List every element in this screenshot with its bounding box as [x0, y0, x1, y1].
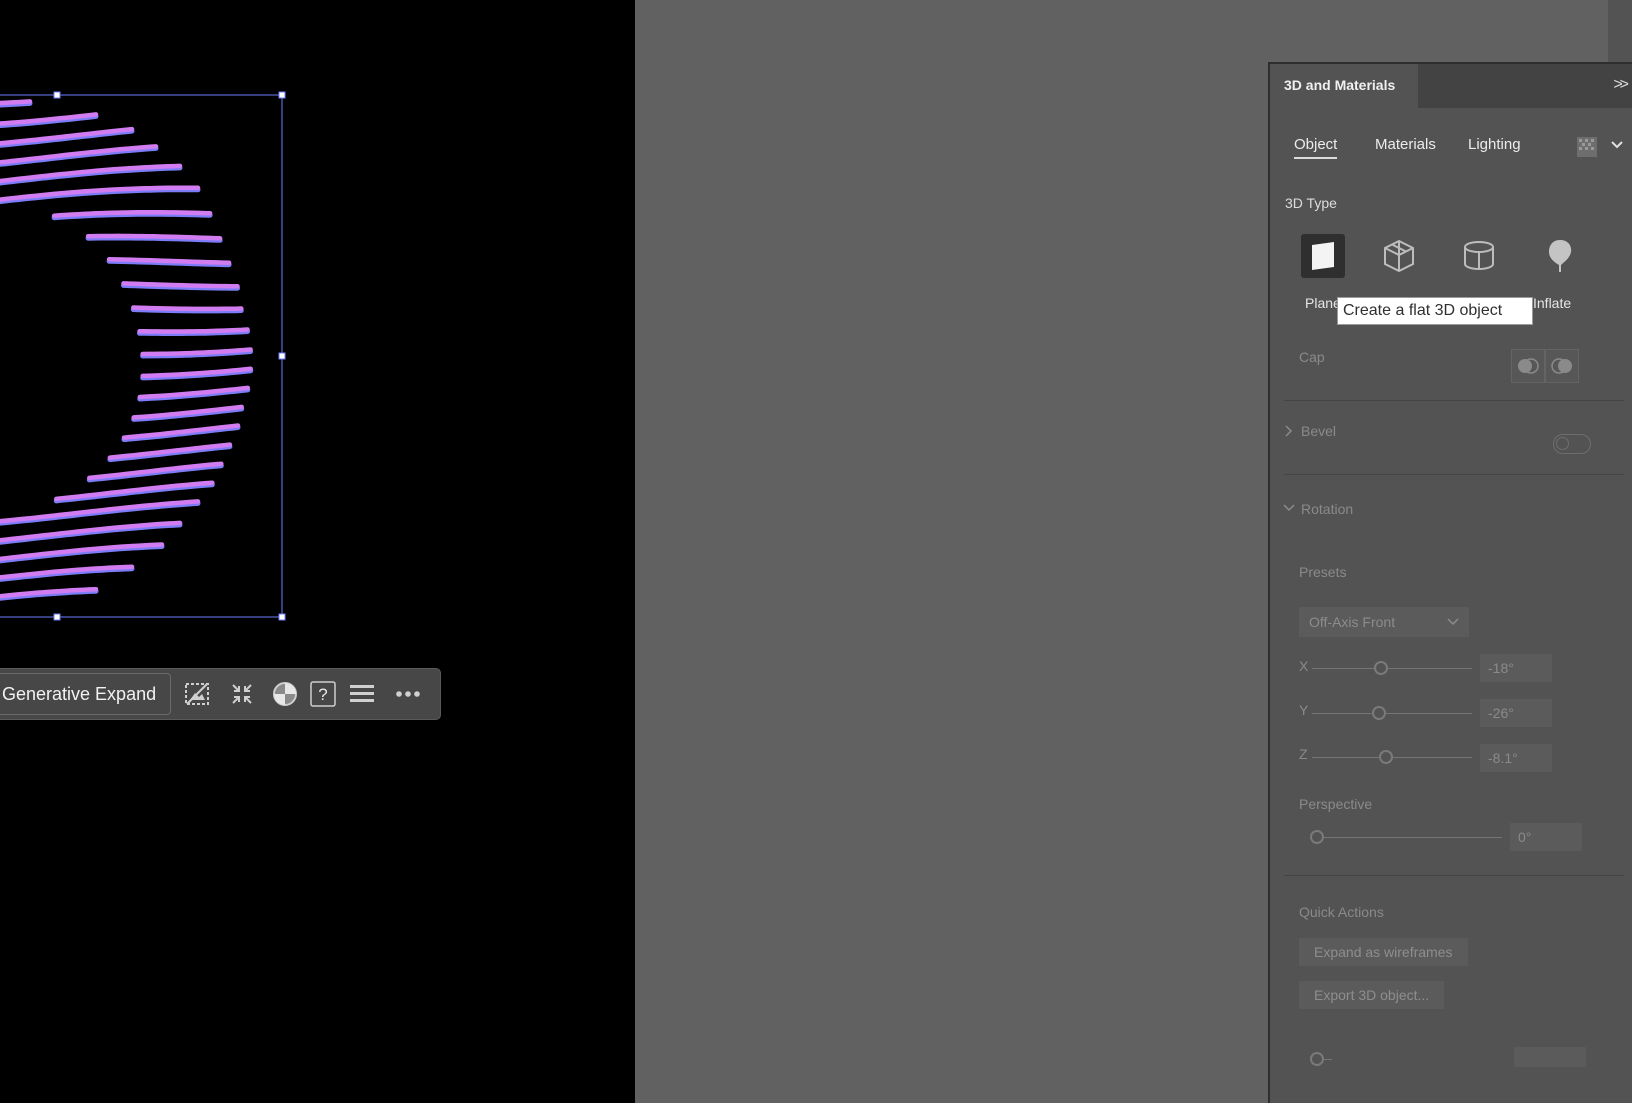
divider: [1284, 400, 1624, 401]
presets-dropdown[interactable]: Off-Axis Front: [1299, 607, 1469, 637]
render-settings-icon[interactable]: [1576, 136, 1598, 158]
expand-as-wireframes-button[interactable]: Expand as wireframes: [1299, 938, 1468, 966]
panel-tab-3d-materials[interactable]: 3D and Materials: [1270, 64, 1418, 108]
chevron-down-icon[interactable]: [1283, 503, 1295, 513]
contextual-taskbar: Generative Expand ?: [0, 668, 441, 720]
bottom-value-input[interactable]: [1514, 1047, 1586, 1067]
x-rotation-thumb[interactable]: [1374, 661, 1388, 675]
question-icon: ?: [310, 681, 336, 707]
more-options-button[interactable]: [393, 679, 423, 709]
cap-on-button[interactable]: [1511, 349, 1545, 383]
toggle-knob: [1556, 437, 1569, 450]
art-stroke: [0, 520, 183, 543]
cap-off-icon: [1551, 358, 1572, 374]
revolve-type-button[interactable]: [1457, 234, 1501, 278]
revolve-icon: [1464, 241, 1494, 270]
art-stroke: [0, 163, 183, 184]
selection-handle[interactable]: [53, 91, 61, 99]
y-rotation-input[interactable]: -26°: [1480, 699, 1552, 727]
image-crossed-icon: [185, 683, 209, 705]
3d-type-label: 3D Type: [1285, 195, 1337, 211]
art-stroke: [0, 126, 135, 146]
3d-materials-panel: 3D and Materials >> Object Materials Lig…: [1268, 62, 1632, 1103]
plane-label: Plane: [1305, 295, 1341, 311]
collapse-panel-button[interactable]: >>: [1613, 76, 1629, 94]
perspective-thumb[interactable]: [1310, 830, 1324, 844]
quick-actions-label: Quick Actions: [1299, 904, 1384, 920]
z-rotation-label: Z: [1299, 746, 1308, 762]
tab-lighting[interactable]: Lighting: [1468, 136, 1521, 153]
svg-text:?: ?: [318, 685, 327, 704]
bottom-slider-thumb[interactable]: [1310, 1052, 1324, 1066]
y-rotation-slider[interactable]: [1312, 713, 1472, 714]
x-rotation-label: X: [1299, 658, 1309, 674]
plane-type-button[interactable]: [1301, 234, 1345, 278]
collapse-arrows-icon: [232, 684, 252, 704]
inflate-label: Inflate: [1533, 295, 1572, 311]
hamburger-icon: [350, 685, 374, 702]
sphere-material-icon: [273, 682, 297, 706]
perspective-slider[interactable]: [1310, 837, 1502, 838]
export-3d-object-button[interactable]: Export 3D object...: [1299, 981, 1445, 1009]
panel-header: 3D and Materials >>: [1270, 64, 1632, 108]
help-button[interactable]: ?: [308, 679, 338, 709]
art-stroke: [87, 461, 224, 481]
artboard[interactable]: Generative Expand ?: [0, 0, 635, 1103]
chevron-right-icon[interactable]: [1284, 425, 1294, 437]
bottom-slider[interactable]: [1324, 1059, 1332, 1060]
wavy-ring-artwork[interactable]: [0, 0, 635, 1103]
art-stroke: [0, 542, 165, 562]
materials-button[interactable]: [270, 679, 300, 709]
art-stroke: [0, 99, 33, 106]
disable-icon-button[interactable]: [182, 679, 212, 709]
generative-expand-button[interactable]: Generative Expand: [0, 673, 171, 715]
art-stroke: [121, 281, 240, 289]
cap-label: Cap: [1299, 349, 1325, 365]
presets-value: Off-Axis Front: [1309, 614, 1396, 630]
inflate-type-button[interactable]: [1538, 234, 1582, 278]
cap-off-button[interactable]: [1545, 349, 1579, 383]
inflate-icon: [1549, 240, 1572, 272]
rotation-label[interactable]: Rotation: [1301, 501, 1353, 517]
x-rotation-input[interactable]: -18°: [1480, 654, 1552, 682]
selection-handle[interactable]: [278, 613, 286, 621]
bevel-toggle[interactable]: [1553, 434, 1591, 454]
x-rotation-slider[interactable]: [1312, 668, 1472, 669]
perspective-label: Perspective: [1299, 796, 1373, 812]
extrude-icon: [1384, 239, 1414, 273]
vertical-scrollbar[interactable]: [1608, 0, 1632, 62]
selection-handle[interactable]: [278, 91, 286, 99]
fit-selection-button[interactable]: [227, 679, 257, 709]
z-rotation-thumb[interactable]: [1379, 750, 1393, 764]
plane-icon: [1312, 242, 1334, 270]
z-rotation-input[interactable]: -8.1°: [1480, 744, 1552, 772]
presets-label: Presets: [1299, 564, 1347, 580]
tab-object[interactable]: Object: [1294, 136, 1338, 159]
art-stroke-shadow: [0, 522, 183, 545]
divider: [1284, 875, 1624, 876]
art-stroke: [131, 305, 244, 312]
art-stroke: [54, 480, 215, 502]
tab-materials[interactable]: Materials: [1375, 136, 1436, 153]
chevron-down-icon[interactable]: [1610, 138, 1624, 152]
extrude-type-button[interactable]: [1377, 234, 1421, 278]
y-rotation-thumb[interactable]: [1372, 706, 1386, 720]
tooltip: Create a flat 3D object: [1337, 297, 1533, 325]
selection-handle[interactable]: [53, 613, 61, 621]
bevel-label[interactable]: Bevel: [1301, 423, 1336, 439]
chevron-down-icon: [1447, 618, 1459, 626]
perspective-input[interactable]: 0°: [1510, 823, 1582, 851]
more-dots-icon: [396, 691, 420, 697]
cap-on-icon: [1518, 358, 1539, 374]
art-stroke: [85, 233, 223, 241]
art-stroke: [137, 327, 250, 334]
selection-handle[interactable]: [278, 352, 286, 360]
art-stroke: [0, 144, 159, 165]
y-rotation-label: Y: [1299, 702, 1309, 718]
divider: [1284, 474, 1624, 475]
properties-button[interactable]: [347, 679, 377, 709]
art-stroke: [0, 499, 201, 524]
